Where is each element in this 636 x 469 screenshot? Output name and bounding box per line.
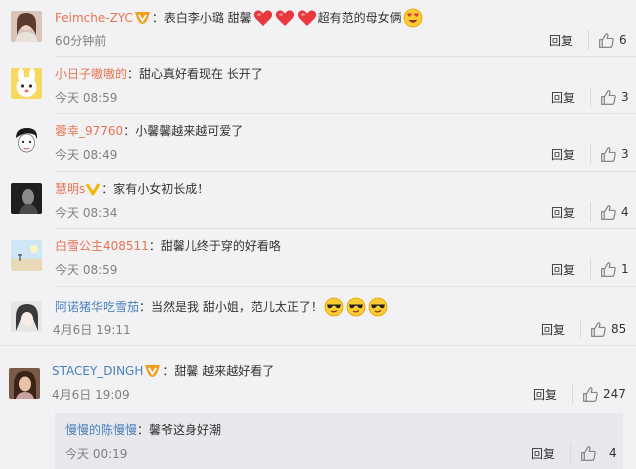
- avatar-anime-girl[interactable]: [11, 301, 42, 332]
- comment-time: 今天 08:59: [55, 263, 118, 277]
- avatar-woman-photo[interactable]: [9, 368, 40, 399]
- comment-time: 4月6日 19:09: [52, 388, 130, 402]
- username[interactable]: STACEY_DINGH: [52, 362, 143, 380]
- comment-list: Feimche-ZYC ：表白李小璐 甜馨 超有范的母女俩 60分钟前 回复 6…: [0, 0, 636, 469]
- comment-time: 4月6日 19:11: [53, 323, 131, 337]
- avatar-landscape[interactable]: [11, 240, 42, 271]
- separator: [590, 259, 591, 279]
- separator: [580, 319, 581, 339]
- reply-button[interactable]: 回复: [533, 386, 557, 404]
- sunglasses-smiley-icon: [346, 297, 366, 317]
- thumbs-up-icon: [600, 204, 617, 221]
- comment-time: 今天 08:34: [55, 206, 118, 220]
- username[interactable]: 阿诺猪华吃雪茄: [55, 298, 139, 316]
- comment-text: 超有范的母女俩: [317, 11, 402, 25]
- username[interactable]: 慧明s: [55, 180, 85, 198]
- verified-v-icon: [86, 182, 100, 196]
- sub-reply: 慢慢的陈慢慢 ：馨爷这身好潮 今天 00:19 回复 4: [55, 413, 623, 469]
- avatar-sketch-face[interactable]: [11, 125, 42, 156]
- comment-text: ：家有小女初长成！: [101, 182, 210, 196]
- like-button[interactable]: 4: [580, 443, 617, 463]
- username[interactable]: 白雪公主408511: [55, 237, 149, 255]
- separator: [590, 87, 591, 107]
- heart-icon: [297, 8, 317, 28]
- thumbs-up-icon: [598, 32, 615, 49]
- reply-button[interactable]: 回复: [531, 445, 555, 463]
- avatar-bunny-cartoon[interactable]: [11, 68, 42, 99]
- like-button[interactable]: 6: [598, 30, 627, 50]
- vip-crown-icon: [144, 364, 161, 378]
- comment-time: 60分钟前: [55, 34, 107, 48]
- like-count: 1: [621, 262, 629, 276]
- reply-button[interactable]: 回复: [551, 89, 575, 107]
- reply-button[interactable]: 回复: [551, 261, 575, 279]
- comment-text: ：甜心真好看现在 长开了: [127, 67, 263, 81]
- like-button[interactable]: 85: [590, 319, 626, 339]
- comment-text: ：当然是我 甜小姐，范儿太正了！: [139, 300, 323, 314]
- thumbs-up-icon: [600, 89, 617, 106]
- avatar-dark-portrait[interactable]: [11, 183, 42, 214]
- like-count: 4: [621, 205, 629, 219]
- heart-eyes-icon: [403, 8, 423, 28]
- like-button[interactable]: 247: [582, 384, 626, 404]
- reply-button[interactable]: 回复: [551, 204, 575, 222]
- sunglasses-smiley-icon: [368, 297, 388, 317]
- comment-text: ：甜馨儿终于穿的好看咯: [148, 239, 281, 253]
- username[interactable]: 蓉幸_97760: [55, 122, 123, 140]
- thumbs-up-icon: [600, 146, 617, 163]
- sunglasses-smiley-icon: [324, 297, 344, 317]
- comment-item: STACEY_DINGH ：甜馨 越来越好看了 4月6日 19:09 回复 24…: [0, 346, 636, 413]
- comment-time: 今天 00:19: [65, 447, 128, 461]
- comment-text: ：表白李小璐 甜馨: [151, 11, 252, 25]
- like-count: 4: [609, 446, 617, 460]
- username[interactable]: 慢慢的陈慢慢: [65, 421, 137, 439]
- comment-item: 白雪公主408511 ：甜馨儿终于穿的好看咯 今天 08:59 回复 1: [0, 229, 636, 287]
- heart-icon: [253, 8, 273, 28]
- like-button[interactable]: 1: [600, 259, 629, 279]
- comment-item: 小日子嗷嗷的 ：甜心真好看现在 长开了 今天 08:59 回复 3: [0, 57, 636, 114]
- comment-time: 今天 08:49: [55, 148, 118, 162]
- comment-item: 慧明s ：家有小女初长成！ 今天 08:34 回复 4: [0, 172, 636, 229]
- comment-item: 阿诺猪华吃雪茄 ：当然是我 甜小姐，范儿太正了！ 4月6日 19:11 回复 8…: [0, 287, 636, 346]
- username[interactable]: 小日子嗷嗷的: [55, 65, 127, 83]
- reply-button[interactable]: 回复: [541, 321, 565, 339]
- thumbs-up-icon: [580, 445, 597, 462]
- comment-text: ：甜馨 越来越好看了: [162, 364, 275, 378]
- username[interactable]: Feimche-ZYC: [55, 9, 133, 27]
- thumbs-up-icon: [582, 386, 599, 403]
- reply-button[interactable]: 回复: [551, 146, 575, 164]
- like-count: 85: [611, 322, 627, 336]
- heart-icon: [275, 8, 295, 28]
- avatar-photo-girl[interactable]: [11, 11, 42, 42]
- like-count: 247: [603, 387, 626, 401]
- like-count: 3: [621, 147, 629, 161]
- separator: [590, 144, 591, 164]
- thumbs-up-icon: [590, 321, 607, 338]
- like-button[interactable]: 4: [600, 202, 629, 222]
- separator: [570, 443, 571, 463]
- comment-text: ：馨爷这身好潮: [137, 423, 222, 437]
- comment-item: 蓉幸_97760 ：小馨馨越来越可爱了 今天 08:49 回复 3: [0, 114, 636, 172]
- vip-crown-icon: [134, 11, 151, 25]
- comment-item: Feimche-ZYC ：表白李小璐 甜馨 超有范的母女俩 60分钟前 回复 6: [0, 0, 636, 57]
- like-button[interactable]: 3: [600, 144, 629, 164]
- reply-button[interactable]: 回复: [549, 32, 573, 50]
- separator: [590, 202, 591, 222]
- thumbs-up-icon: [600, 261, 617, 278]
- separator: [588, 30, 589, 50]
- like-button[interactable]: 3: [600, 87, 629, 107]
- like-count: 6: [619, 33, 627, 47]
- comment-text: ：小馨馨越来越可爱了: [123, 124, 244, 138]
- separator: [572, 384, 573, 404]
- comment-time: 今天 08:59: [55, 91, 118, 105]
- like-count: 3: [621, 90, 629, 104]
